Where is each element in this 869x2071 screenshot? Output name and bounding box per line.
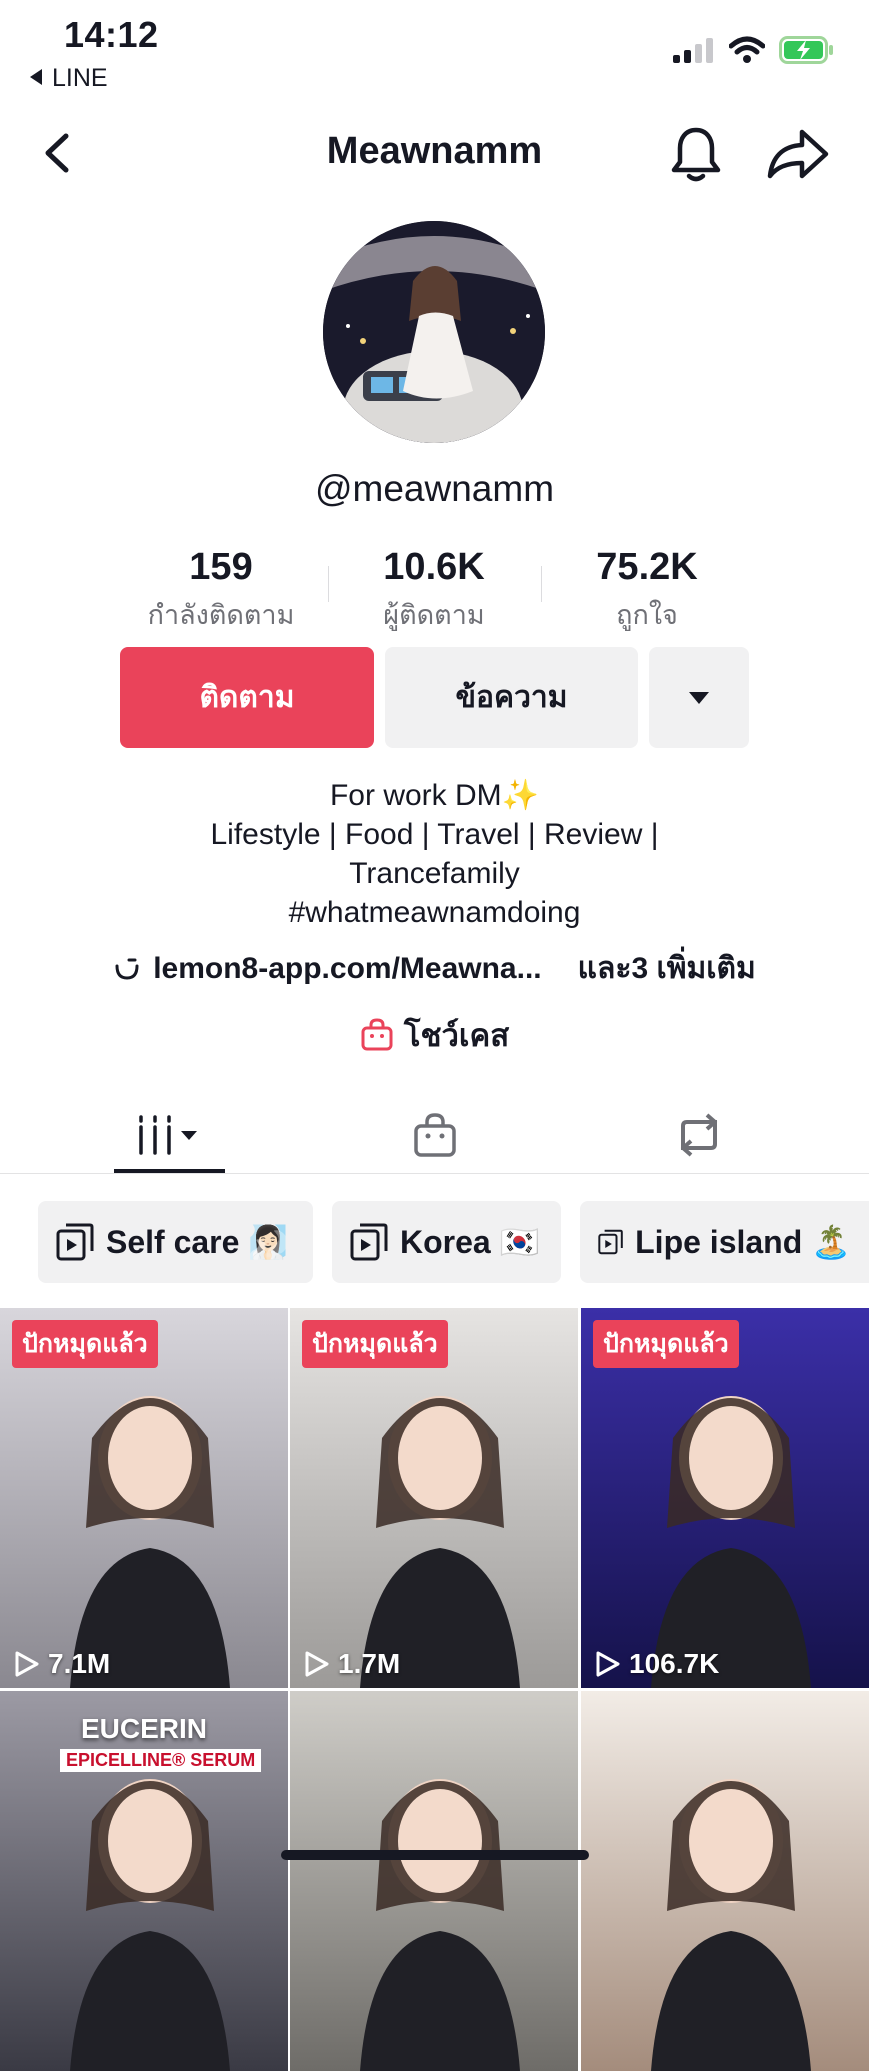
bio-link-text: lemon8-app.com/Meawna... <box>153 951 542 985</box>
view-count: 106.7K <box>595 1648 719 1680</box>
link-icon <box>115 958 139 980</box>
tab-shop[interactable] <box>380 1100 490 1170</box>
profile-links: lemon8-app.com/Meawna... และ3 เพิ่มเติม <box>0 945 869 992</box>
pinned-badge: ปักหมุดแล้ว <box>593 1320 739 1368</box>
video-preview-image <box>360 1779 520 2071</box>
video-thumbnail[interactable]: ปักหมุดแล้ว 106.7K <box>581 1308 869 1688</box>
showcase-label: โชว์เคส <box>403 1018 510 1053</box>
playlist-icon <box>598 1229 623 1255</box>
view-count-text: 1.7M <box>338 1648 401 1679</box>
profile-bio: For work DM✨ Lifestyle | Food | Travel |… <box>0 776 869 932</box>
likes-stat: 75.2K ถูกใจ <box>542 546 752 636</box>
playlist-label: Korea 🇰🇷 <box>400 1224 540 1260</box>
video-grid-icon <box>138 1115 197 1155</box>
repost-icon <box>681 1113 717 1157</box>
view-count-text: 7.1M <box>48 1648 111 1679</box>
shopping-bag-icon <box>414 1113 456 1157</box>
likes-label: ถูกใจ <box>616 600 678 630</box>
pinned-badge: ปักหมุดแล้ว <box>302 1320 448 1368</box>
following-label: กำลังติดตาม <box>147 600 295 630</box>
playlist-icon <box>350 1223 388 1261</box>
playlist-chip[interactable]: Lipe island 🏝️ <box>580 1201 869 1283</box>
tab-videos[interactable] <box>114 1100 225 1170</box>
play-icon <box>305 1651 329 1677</box>
pinned-badge: ปักหมุดแล้ว <box>12 1320 158 1368</box>
bio-line: Lifestyle | Food | Travel | Review | <box>210 818 659 851</box>
playlist-label: Self care 🧖🏻‍♀️ <box>106 1224 289 1260</box>
playlist-chip[interactable]: Korea 🇰🇷 <box>332 1201 561 1283</box>
video-thumbnail[interactable]: ปักหมุดแล้ว 7.1M <box>0 1308 288 1688</box>
back-app-label: LINE <box>52 64 108 92</box>
play-icon <box>15 1651 39 1677</box>
home-indicator <box>281 1850 589 1860</box>
following-count: 159 <box>189 546 253 588</box>
video-thumbnail[interactable] <box>290 1691 578 2071</box>
followers-label: ผู้ติดตาม <box>383 600 485 630</box>
view-count: 7.1M <box>14 1648 110 1680</box>
followers-count: 10.6K <box>383 546 485 588</box>
status-time: 14:12 <box>64 14 159 55</box>
play-icon <box>596 1651 620 1677</box>
page-title: Meawnamm <box>326 130 543 172</box>
video-thumbnail[interactable] <box>581 1691 869 2071</box>
video-thumbnail[interactable]: EUCERIN EPICELLINE® SERUM <box>0 1691 288 2071</box>
caret-down-icon <box>689 691 709 704</box>
video-preview-image <box>651 1779 811 2071</box>
video-thumbnail[interactable]: ปักหมุดแล้ว 1.7M <box>290 1308 578 1688</box>
view-count-text: 106.7K <box>629 1648 720 1679</box>
bio-line: Trancefamily <box>349 857 520 890</box>
avatar[interactable] <box>323 221 545 443</box>
back-to-app-link[interactable]: LINE <box>28 64 108 93</box>
suggested-accounts-button[interactable] <box>649 647 749 748</box>
followers-stat[interactable]: 10.6K ผู้ติดตาม <box>329 546 539 636</box>
likes-count: 75.2K <box>596 546 698 588</box>
playlist-label: Lipe island 🏝️ <box>635 1224 851 1260</box>
notification-bell-button[interactable] <box>668 124 724 184</box>
video-subcaption: EPICELLINE® SERUM <box>60 1749 262 1772</box>
bell-icon <box>671 127 721 182</box>
message-button[interactable]: ข้อความ <box>385 647 638 748</box>
avatar-photo <box>323 221 545 443</box>
tab-divider <box>0 1173 869 1174</box>
view-count: 1.7M <box>304 1648 400 1680</box>
follow-button[interactable]: ติดตาม <box>120 647 374 748</box>
following-stat[interactable]: 159 กำลังติดตาม <box>116 546 326 636</box>
profile-handle: @meawnamm <box>314 468 555 509</box>
showcase-link[interactable]: โชว์เคส <box>0 1010 869 1060</box>
more-links-button[interactable]: และ3 เพิ่มเติม <box>578 945 756 992</box>
share-arrow-icon <box>767 129 829 179</box>
battery-charging-icon <box>779 36 833 64</box>
playlist-chip[interactable]: Self care 🧖🏻‍♀️ <box>38 1201 313 1283</box>
cellular-signal-icon <box>673 38 713 63</box>
status-icons <box>673 36 835 64</box>
tab-reposts[interactable] <box>644 1100 754 1170</box>
video-preview-image <box>70 1779 230 2071</box>
bio-line: For work DM✨ <box>329 779 540 812</box>
bio-line: #whatmeawnamdoing <box>288 896 581 929</box>
wifi-icon <box>729 36 765 63</box>
bio-link[interactable]: lemon8-app.com/Meawna... <box>113 951 542 986</box>
video-caption: EUCERIN <box>80 1713 207 1744</box>
shopping-bag-icon <box>361 1018 393 1051</box>
playlist-icon <box>56 1223 94 1261</box>
back-triangle-icon <box>28 64 44 93</box>
share-button[interactable] <box>766 126 830 182</box>
